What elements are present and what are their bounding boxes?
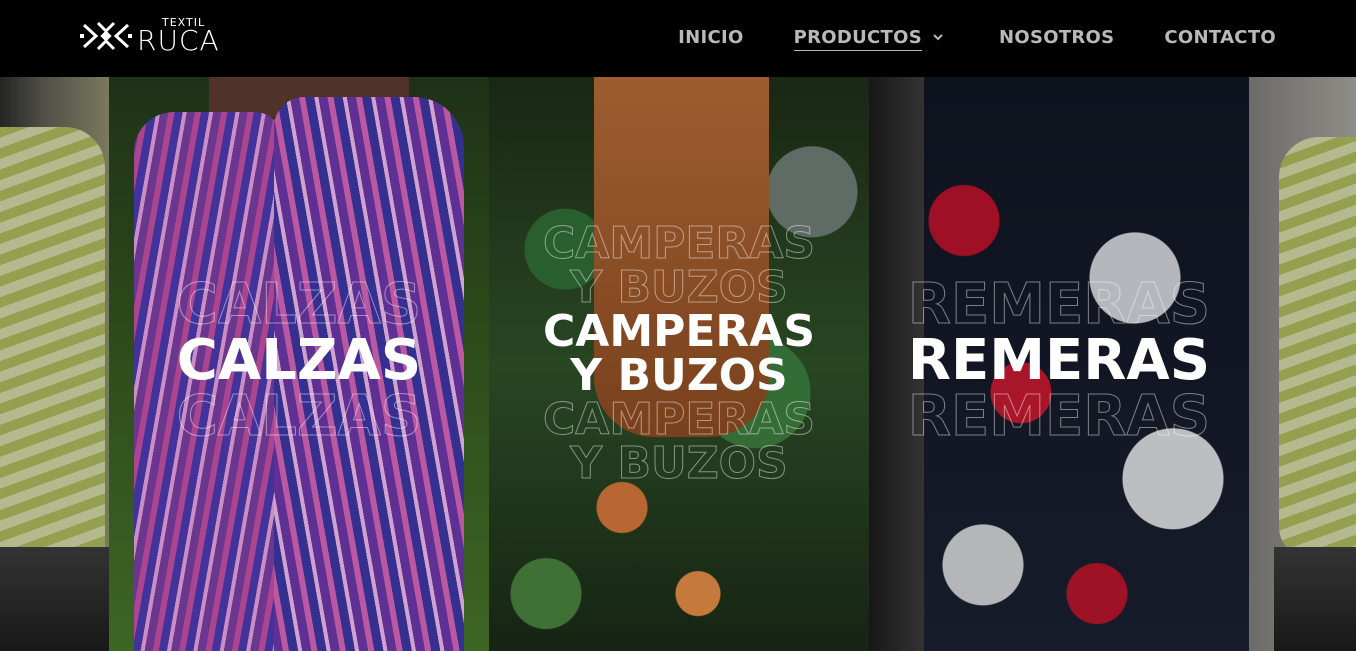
nav-contacto[interactable]: CONTACTO	[1164, 24, 1276, 50]
ruca-logo[interactable]: TEXTIL RUCA	[80, 16, 220, 57]
panel-calzas[interactable]: CALZAS CALZAS CALZAS	[109, 77, 489, 651]
category-title-camperas[interactable]: CAMPERAS Y BUZOS CAMPERAS Y BUZOS CAMPER…	[489, 218, 869, 489]
logo-main-text: RUCA	[137, 24, 220, 57]
nav-inicio-label: INICIO	[678, 26, 744, 48]
nav-nosotros-label: NOSOTROS	[998, 26, 1115, 48]
panel-partial-right[interactable]	[1249, 77, 1356, 651]
main-nav: INICIO PRODUCTOS NOSOTROS CONTACTO	[678, 24, 1276, 51]
chevron-down-icon	[933, 34, 943, 41]
title-main: REMERAS	[907, 328, 1211, 393]
title-main-line1: CAMPERAS	[542, 306, 816, 357]
title-echo-bottom-line1: CAMPERAS	[542, 394, 816, 445]
panel-remeras[interactable]: REMERAS REMERAS REMERAS	[869, 77, 1249, 651]
nav-inicio[interactable]: INICIO	[678, 24, 743, 50]
logo-pattern-icon	[80, 21, 132, 51]
nav-productos-label: PRODUCTOS	[793, 27, 922, 51]
title-echo-top-line2: Y BUZOS	[570, 262, 788, 313]
title-echo-top-line1: CAMPERAS	[542, 218, 816, 269]
title-echo-bottom-line2: Y BUZOS	[570, 438, 788, 489]
panel-partial-left[interactable]	[0, 77, 109, 651]
title-echo-top: CALZAS	[176, 272, 422, 337]
category-title-calzas[interactable]: CALZAS CALZAS CALZAS	[109, 272, 489, 449]
title-echo-top: REMERAS	[907, 272, 1211, 337]
nav-contacto-label: CONTACTO	[1164, 26, 1276, 48]
top-navbar: TEXTIL RUCA INICIO PRODUCTOS NOSOTROS CO…	[0, 0, 1356, 77]
title-main-line2: Y BUZOS	[570, 350, 788, 401]
title-main: CALZAS	[176, 328, 422, 393]
nav-nosotros[interactable]: NOSOTROS	[999, 24, 1114, 50]
category-title-remeras[interactable]: REMERAS REMERAS REMERAS	[869, 272, 1249, 449]
title-echo-bottom: REMERAS	[907, 384, 1211, 449]
panel-camperas[interactable]: CAMPERAS Y BUZOS CAMPERAS Y BUZOS CAMPER…	[489, 77, 869, 651]
nav-productos[interactable]: PRODUCTOS	[793, 24, 944, 51]
title-echo-bottom: CALZAS	[176, 384, 422, 449]
